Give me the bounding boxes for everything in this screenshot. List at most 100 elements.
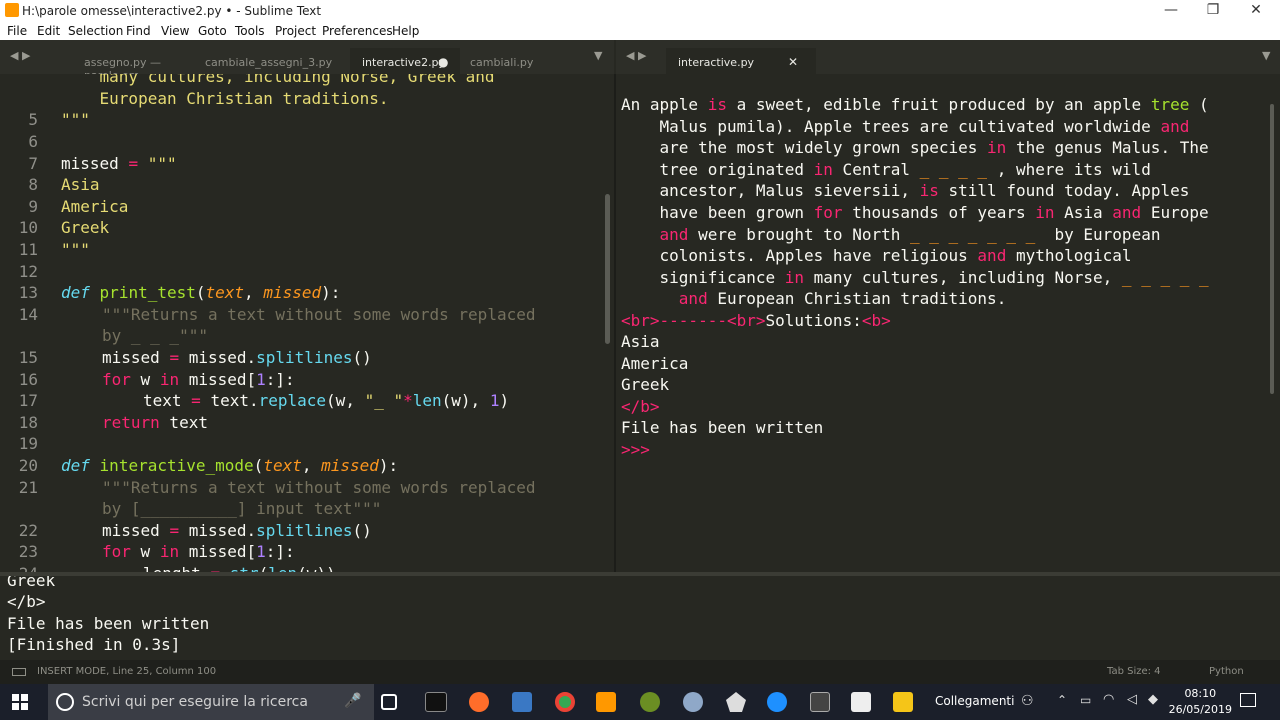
left-code-pane[interactable]: many cultures, including Norse, Greek an… [0, 74, 614, 572]
code-line: missed = """ [61, 154, 177, 173]
terminal-icon[interactable] [425, 692, 447, 712]
tab-interactive2[interactable]: interactive2.py ● [350, 48, 460, 74]
close-tab-icon[interactable]: ✕ [788, 55, 798, 69]
code-line: missed = missed.splitlines() [102, 521, 372, 540]
right-scrollbar[interactable] [1270, 104, 1274, 394]
chevron-up-icon[interactable]: ⌃ [1057, 693, 1067, 707]
tab-label: interactive2.py [362, 56, 446, 69]
minimize-button[interactable]: — [1156, 1, 1186, 21]
right-output-pane[interactable]: An apple is a sweet, edible fruit produc… [616, 74, 1280, 572]
collegamenti-toolbar[interactable]: Collegamenti [935, 694, 1014, 708]
tab-cambiali[interactable]: cambiali.py [470, 48, 570, 74]
menu-view[interactable]: View [161, 24, 189, 38]
tab-dropdown-right-icon[interactable]: ▼ [1262, 49, 1270, 62]
left-scrollbar[interactable] [605, 194, 610, 344]
close-button[interactable]: ✕ [1241, 1, 1271, 21]
editor-area: ◀ ▶ assegno.py — parole om cambiale_asse… [0, 40, 1280, 572]
tab-nav-left-icon[interactable]: ◀ ▶ [10, 49, 30, 62]
code-line: lenght = str(len(w)) [143, 563, 336, 572]
syntax-name[interactable]: Python [1209, 666, 1244, 677]
build-output-panel[interactable]: Greek </b> File has been written [Finish… [0, 572, 1280, 660]
menu-bar: File Edit Selection Find View Goto Tools… [0, 22, 1280, 40]
line-number: 6 [28, 132, 38, 151]
code-line: return text [102, 413, 208, 432]
app-icon[interactable] [726, 692, 746, 712]
tab-interactive[interactable]: interactive.py ✕ [666, 48, 816, 74]
dropbox-icon[interactable]: ◆ [1148, 692, 1158, 707]
line-number: 17 [18, 391, 38, 410]
notification-icon[interactable] [1240, 693, 1256, 707]
output-line: are the most widely grown species in the… [621, 138, 1209, 157]
output-line: Asia [621, 332, 660, 351]
output-panel-line: [Finished in 0.3s] [7, 635, 181, 654]
code-line: text = text.replace(w, "_ "*len(w), 1) [143, 391, 510, 410]
sublime-text-taskbar-icon[interactable] [596, 692, 616, 712]
chrome-icon[interactable] [555, 692, 575, 712]
code-line: European Christian traditions. [61, 89, 389, 108]
menu-tools[interactable]: Tools [235, 24, 265, 38]
windows-start-icon[interactable] [12, 694, 28, 710]
app-icon[interactable] [683, 692, 703, 712]
microphone-icon[interactable]: 🎤 [344, 693, 361, 709]
code-line: Greek [61, 218, 110, 237]
people-icon[interactable]: ⚇ [1021, 693, 1034, 709]
line-number: 10 [18, 218, 38, 237]
code-line: many cultures, including Norse, Greek an… [61, 74, 495, 86]
code-line: America [61, 197, 129, 216]
menu-project[interactable]: Project [275, 24, 316, 38]
firefox-icon[interactable] [469, 692, 489, 712]
panel-toggle-icon[interactable] [12, 668, 26, 676]
clock[interactable]: 08:10 26/05/2019 [1169, 686, 1232, 718]
menu-file[interactable]: File [7, 24, 27, 38]
app-icon[interactable] [640, 692, 660, 712]
right-tab-bar: ◀ ▶ interactive.py ✕ ▼ [616, 40, 1280, 74]
output-line: Malus pumila). Apple trees are cultivate… [621, 117, 1190, 136]
menu-edit[interactable]: Edit [37, 24, 60, 38]
menu-goto[interactable]: Goto [198, 24, 227, 38]
app-icon[interactable] [810, 692, 830, 712]
code-line: """ [61, 110, 90, 129]
menu-help[interactable]: Help [392, 24, 419, 38]
line-number: 23 [18, 542, 38, 561]
battery-icon[interactable]: ▭ [1080, 693, 1091, 707]
code-line: """ [61, 240, 90, 259]
code-line: for w in missed[1:]: [102, 542, 295, 561]
output-line: and were brought to North _ _ _ _ _ _ _ … [659, 225, 1161, 244]
menu-find[interactable]: Find [126, 24, 151, 38]
line-number: 8 [28, 175, 38, 194]
tab-nav-right-icon[interactable]: ◀ ▶ [626, 49, 646, 62]
taskbar-search[interactable]: Scrivi qui per eseguire la ricerca 🎤 [48, 684, 374, 720]
browser-icon[interactable] [767, 692, 787, 712]
file-manager-icon[interactable] [512, 692, 532, 712]
menu-selection[interactable]: Selection [68, 24, 123, 38]
tab-assegno[interactable]: assegno.py — parole om [84, 48, 194, 74]
cortana-icon [56, 693, 74, 711]
clock-date: 26/05/2019 [1168, 703, 1232, 716]
task-view-icon[interactable] [381, 694, 397, 710]
code-line: missed = missed.splitlines() [102, 348, 372, 367]
output-line: </b> [621, 397, 660, 416]
line-number: 22 [18, 521, 38, 540]
line-number: 7 [28, 154, 38, 173]
dirty-indicator-icon[interactable]: ● [438, 55, 448, 69]
code-line: by _ _ _""" [102, 326, 208, 345]
repl-prompt[interactable]: >>> [621, 439, 650, 461]
folder-icon[interactable] [893, 692, 913, 712]
tab-dropdown-icon[interactable]: ▼ [594, 49, 602, 62]
code-line: by [__________] input text""" [102, 499, 382, 518]
search-placeholder: Scrivi qui per eseguire la ricerca [82, 694, 308, 710]
tab-cambiale-assegni[interactable]: cambiale_assegni_3.py [205, 48, 345, 74]
line-number: 5 [28, 110, 38, 129]
code-line: """Returns a text without some words rep… [102, 478, 536, 497]
app-icon[interactable] [851, 692, 871, 712]
tab-size[interactable]: Tab Size: 4 [1107, 666, 1161, 677]
code-line: for w in missed[1:]: [102, 370, 295, 389]
wifi-icon[interactable]: ◠ [1103, 692, 1114, 707]
maximize-button[interactable]: ❐ [1198, 1, 1228, 21]
sublime-text-icon [5, 3, 19, 17]
volume-icon[interactable]: ◁ [1127, 692, 1137, 707]
line-number: 21 [18, 478, 38, 497]
menu-preferences[interactable]: Preferences [322, 24, 393, 38]
line-number: 15 [18, 348, 38, 367]
output-panel-line: Greek [7, 572, 56, 590]
